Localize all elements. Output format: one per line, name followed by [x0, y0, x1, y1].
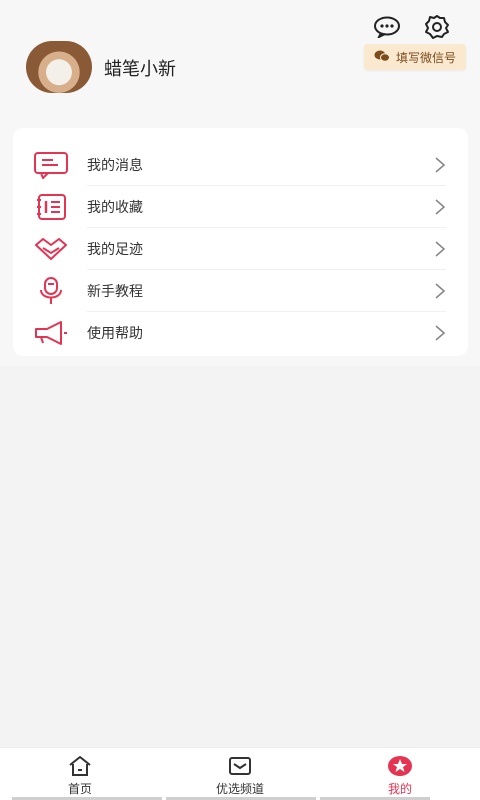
menu-item-tutorial[interactable]: 新手教程 [13, 270, 468, 312]
tab-profile[interactable]: 我的 [340, 754, 460, 797]
chevron-right-icon [435, 157, 446, 173]
wechat-chip-label: 填写微信号 [395, 50, 456, 65]
menu-item-collection[interactable]: 我的收藏 [13, 186, 468, 228]
settings-icon[interactable] [422, 14, 452, 40]
collection-icon [33, 192, 69, 222]
tab-channel[interactable]: 优选频道 [180, 754, 300, 797]
content-area [0, 366, 480, 748]
menu-item-label: 使用帮助 [87, 326, 143, 342]
chevron-right-icon [435, 325, 446, 341]
bottom-tab-bar: 首页 优选频道 我的 [0, 747, 480, 800]
wechat-icon [374, 49, 390, 66]
menu-item-label: 新手教程 [87, 284, 143, 300]
message-icon [33, 150, 69, 180]
channel-icon [180, 754, 300, 778]
menu-item-label: 我的收藏 [87, 200, 143, 216]
wechat-chip[interactable]: 填写微信号 [363, 44, 466, 70]
tab-home[interactable]: 首页 [20, 754, 140, 797]
tutorial-icon [33, 276, 69, 306]
tab-label: 优选频道 [215, 782, 264, 796]
home-icon [20, 754, 140, 778]
menu-item-footprint[interactable]: 我的足迹 [13, 228, 468, 270]
menu-card: 我的消息 我的收藏 我的足迹 新手教程 使用帮助 [13, 128, 468, 356]
menu-item-messages[interactable]: 我的消息 [13, 144, 468, 186]
header-actions [372, 14, 452, 40]
avatar[interactable] [26, 41, 92, 93]
chevron-right-icon [435, 241, 446, 257]
message-icon[interactable] [372, 14, 402, 40]
menu-item-label: 我的消息 [87, 158, 143, 174]
profile-star-icon [340, 754, 460, 778]
menu-item-label: 我的足迹 [87, 242, 143, 258]
username: 蜡笔小新 [104, 59, 176, 80]
tab-label: 我的 [387, 782, 412, 796]
menu-item-help[interactable]: 使用帮助 [13, 312, 468, 354]
tab-label: 首页 [67, 782, 92, 796]
footprint-icon [33, 234, 69, 264]
chevron-right-icon [435, 199, 446, 215]
help-icon [33, 318, 69, 348]
chevron-right-icon [435, 283, 446, 299]
